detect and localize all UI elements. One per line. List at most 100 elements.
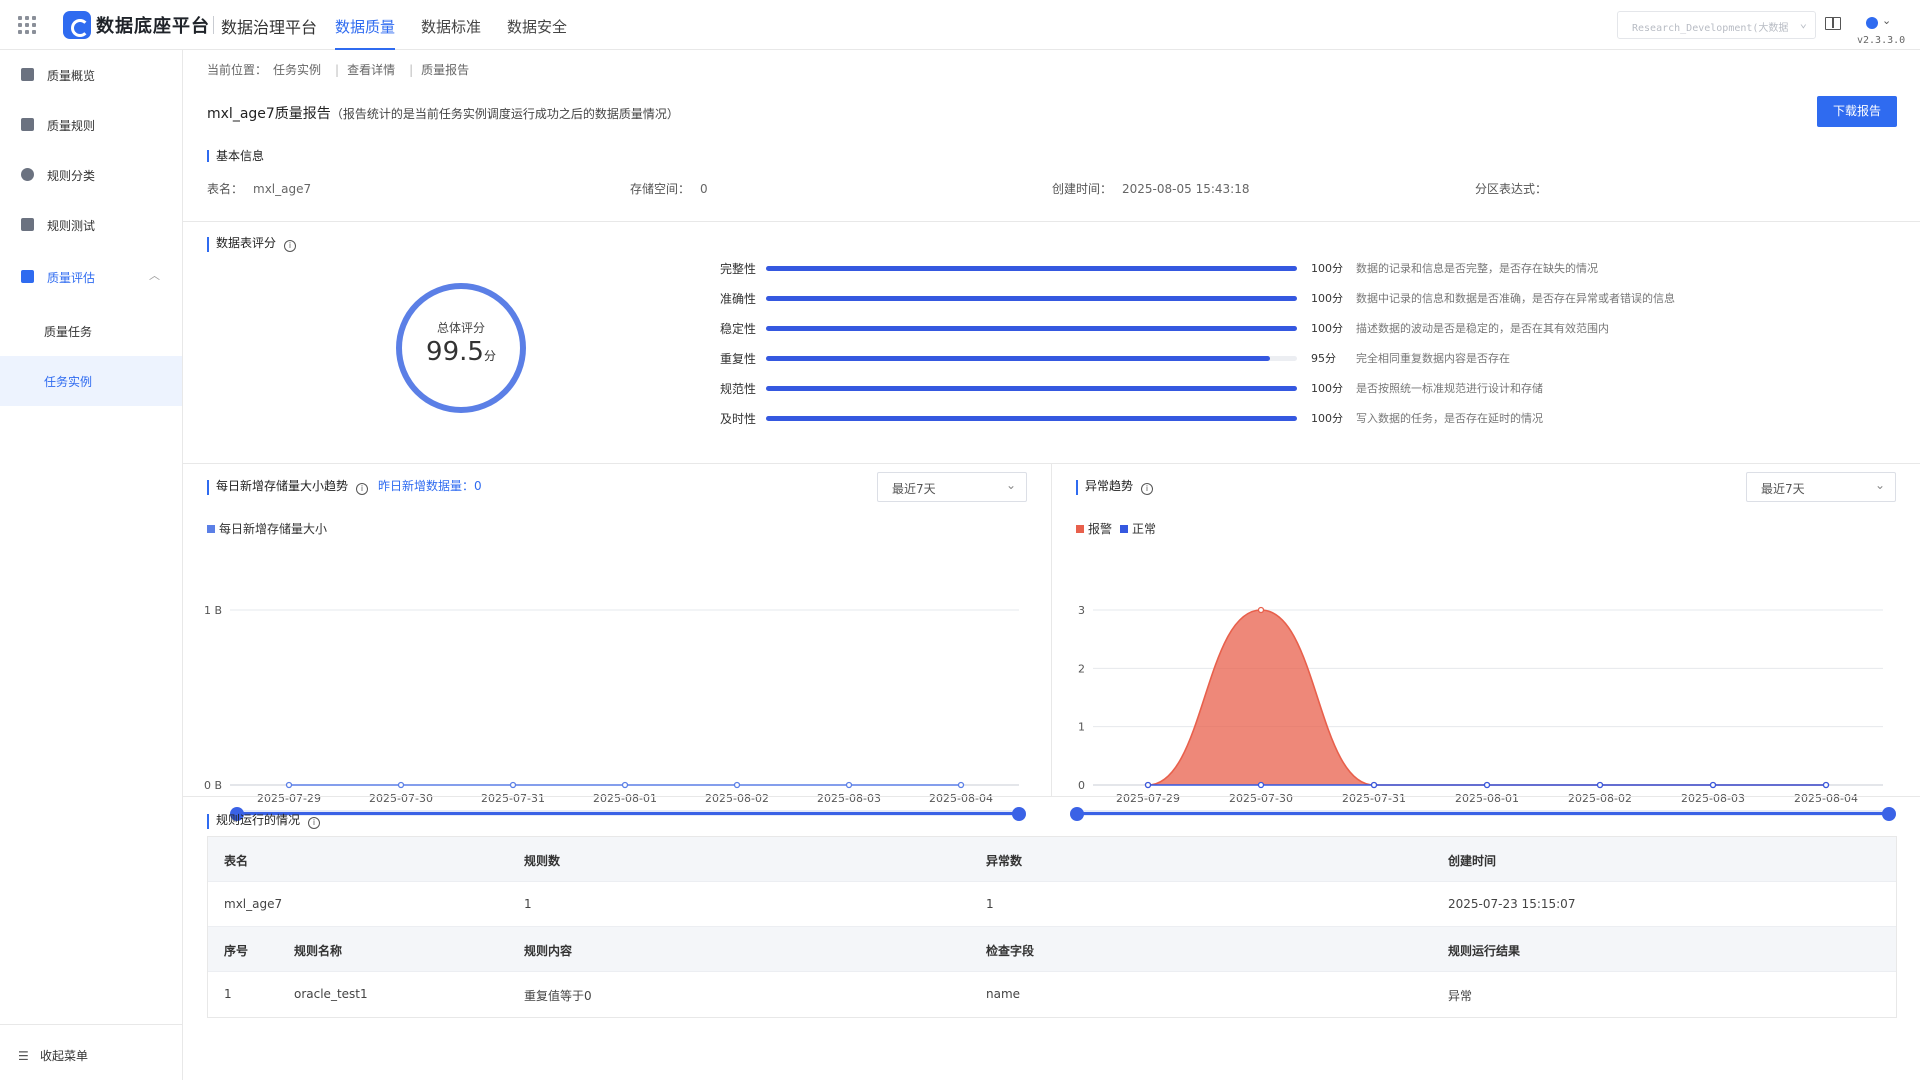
test-icon xyxy=(21,218,34,231)
metric-description: 描述数据的波动是否是稳定的，是否在其有效范围内 xyxy=(1356,322,1609,335)
score-metric-row: 稳定性 100分 描述数据的波动是否是稳定的，是否在其有效范围内 xyxy=(711,320,1911,340)
rules-title: 规则运行的情况 xyxy=(216,813,301,827)
sidebar-item-rules[interactable]: 质量规则 xyxy=(0,103,182,147)
breadcrumb-item[interactable]: 任务实例 xyxy=(273,63,321,77)
sidebar: 质量概览 质量规则 规则分类 规则测试 质量评估 ︿ 质量任务 任务实例 ☰ 收… xyxy=(0,50,183,1080)
table-row: 1 oracle_test1 重复值等于0 name 异常 xyxy=(208,972,1896,1017)
anomaly-trend-chart: 0 1 2 3 2025-07-29 2025-07-30 2025-07-31 2025-0… xyxy=(1070,604,1896,821)
sidebar-item-label: 质量评估 xyxy=(47,271,96,285)
top-bar: 数据底座平台 数据治理平台 数据质量 数据标准 数据安全 Research_De… xyxy=(0,0,1920,50)
tab-data-security[interactable]: 数据安全 xyxy=(507,16,567,37)
partition-label: 分区表达式： xyxy=(1475,182,1548,196)
sidebar-item-label: 质量规则 xyxy=(47,119,96,133)
x-tick-label: 2025-08-04 xyxy=(929,792,993,805)
sidebar-item-quality-task[interactable]: 质量任务 xyxy=(0,306,182,356)
collapse-menu-button[interactable]: ☰ 收起菜单 xyxy=(0,1024,182,1080)
column-header: 规则数 xyxy=(524,854,561,868)
x-tick-label: 2025-08-01 xyxy=(1455,792,1519,805)
info-icon[interactable]: i xyxy=(284,240,297,252)
x-tick-label: 2025-08-01 xyxy=(593,792,657,805)
breadcrumb-item[interactable]: 查看详情 xyxy=(347,63,395,77)
anomaly-legend[interactable]: 报警 正常 xyxy=(1076,520,1156,537)
data-point xyxy=(957,781,965,789)
data-point xyxy=(845,781,853,789)
tab-data-quality[interactable]: 数据质量 xyxy=(335,16,396,50)
metric-description: 完全相同重复数据内容是否存在 xyxy=(1356,352,1510,365)
anomaly-range-select[interactable]: 最近7天 ⌄ xyxy=(1746,472,1896,502)
x-tick-label: 2025-08-03 xyxy=(1681,792,1745,805)
data-point xyxy=(733,781,741,789)
download-report-button[interactable]: 下载报告 xyxy=(1817,96,1897,127)
y-tick-label: 1 xyxy=(1078,721,1085,734)
total-score-unit: 分 xyxy=(483,349,496,363)
partition-field: 分区表达式： xyxy=(1475,180,1557,197)
x-tick-label: 2025-08-03 xyxy=(817,792,881,805)
sidebar-item-overview[interactable]: 质量概览 xyxy=(0,53,182,97)
info-icon[interactable]: i xyxy=(356,483,369,495)
rules-section-title: 规则运行的情况 i xyxy=(207,813,321,829)
storage-value: 0 xyxy=(700,182,708,196)
sidebar-item-categories[interactable]: 规则分类 xyxy=(0,153,182,197)
legend-swatch xyxy=(1120,525,1129,533)
sidebar-item-rule-test[interactable]: 规则测试 xyxy=(0,203,182,247)
sidebar-item-label: 质量任务 xyxy=(44,325,93,339)
brand-subtitle: 数据治理平台 xyxy=(221,18,318,37)
x-tick-label: 2025-08-02 xyxy=(705,792,769,805)
anomaly-trend-title: 异常趋势 xyxy=(1085,479,1134,493)
sidebar-item-assessment[interactable]: 质量评估 ︿ xyxy=(0,255,182,299)
total-score-number: 99.5 xyxy=(426,337,484,367)
column-header: 规则名称 xyxy=(294,944,343,958)
metric-score: 100分 xyxy=(1311,292,1343,305)
sidebar-item-label: 质量概览 xyxy=(47,69,96,83)
storage-legend-label: 每日新增存储量大小 xyxy=(219,522,328,536)
table-cell: 1 xyxy=(224,987,232,1001)
project-select[interactable]: Research_Development(大数据 ⌄ xyxy=(1617,11,1816,39)
metric-score: 100分 xyxy=(1311,262,1343,275)
report-note: （报告统计的是当前任务实例调度运行成功之后的数据质量情况） xyxy=(330,107,679,121)
column-header: 检查字段 xyxy=(986,944,1035,958)
brand-divider xyxy=(213,16,214,34)
storage-label: 存储空间： xyxy=(630,182,691,196)
score-metric-row: 及时性 100分 写入数据的任务，是否存在延时的情况 xyxy=(711,410,1911,430)
table-name-label: 表名： xyxy=(207,182,244,196)
chevron-down-icon: ⌄ xyxy=(1874,478,1885,492)
metric-description: 是否按照统一标准规范进行设计和存储 xyxy=(1356,382,1543,395)
table-row: mxl_age7 1 1 2025-07-23 15:15:07 xyxy=(208,882,1896,927)
chevron-down-icon[interactable]: ⌄ xyxy=(1882,14,1891,27)
x-tick-label: 2025-07-31 xyxy=(481,792,545,805)
total-score-ring: 总体评分 99.5分 xyxy=(396,283,526,413)
rules-table: 表名 规则数 异常数 创建时间 mxl_age7 1 1 2025-07-23 … xyxy=(207,836,1897,1018)
metric-name: 及时性 xyxy=(719,412,756,426)
metric-progress-bar xyxy=(766,416,1297,421)
app-grid-icon[interactable] xyxy=(18,16,36,34)
data-point xyxy=(1709,781,1717,789)
sidebar-item-label: 规则测试 xyxy=(47,219,96,233)
y-tick-label: 0 B xyxy=(204,779,222,792)
y-tick-label: 3 xyxy=(1078,604,1085,617)
info-icon[interactable]: i xyxy=(1141,483,1154,495)
storage-field: 存储空间： 0 xyxy=(630,180,708,197)
breadcrumb-item: 质量报告 xyxy=(421,63,470,77)
user-avatar-icon[interactable] xyxy=(1866,17,1878,29)
tab-data-standard[interactable]: 数据标准 xyxy=(421,16,481,37)
storage-range-select[interactable]: 最近7天 ⌄ xyxy=(877,472,1027,502)
legend-swatch xyxy=(207,525,215,533)
version-label: v2.3.3.0 xyxy=(1857,35,1906,46)
metric-score: 95分 xyxy=(1311,352,1336,365)
yesterday-label: 昨日新增数据量： xyxy=(378,479,475,493)
main-content: 当前位置： 任务实例 | 查看详情 | 质量报告 mxl_age7质量报告（报告统计的是当… xyxy=(183,50,1920,1080)
info-icon[interactable]: i xyxy=(308,817,321,829)
zoom-slider-handle xyxy=(1882,807,1896,821)
book-icon[interactable] xyxy=(1825,17,1841,30)
data-point xyxy=(1483,781,1491,789)
metric-name: 重复性 xyxy=(719,352,756,366)
storage-trend-chart: 0 B 1 B 2025-07-29 2025-07-30 2025-07-31 2025… xyxy=(204,604,1026,821)
x-tick-label: 2025-07-29 xyxy=(257,792,321,805)
metric-name: 规范性 xyxy=(719,382,756,396)
created-field: 创建时间： 2025-08-05 15:43:18 xyxy=(1052,180,1249,197)
storage-legend[interactable]: 每日新增存储量大小 xyxy=(207,520,327,537)
x-tick-label: 2025-08-02 xyxy=(1568,792,1632,805)
sidebar-item-task-instance[interactable]: 任务实例 xyxy=(0,356,182,406)
table-cell: 异常 xyxy=(1448,989,1473,1003)
zoom-slider-handle xyxy=(1012,807,1026,821)
